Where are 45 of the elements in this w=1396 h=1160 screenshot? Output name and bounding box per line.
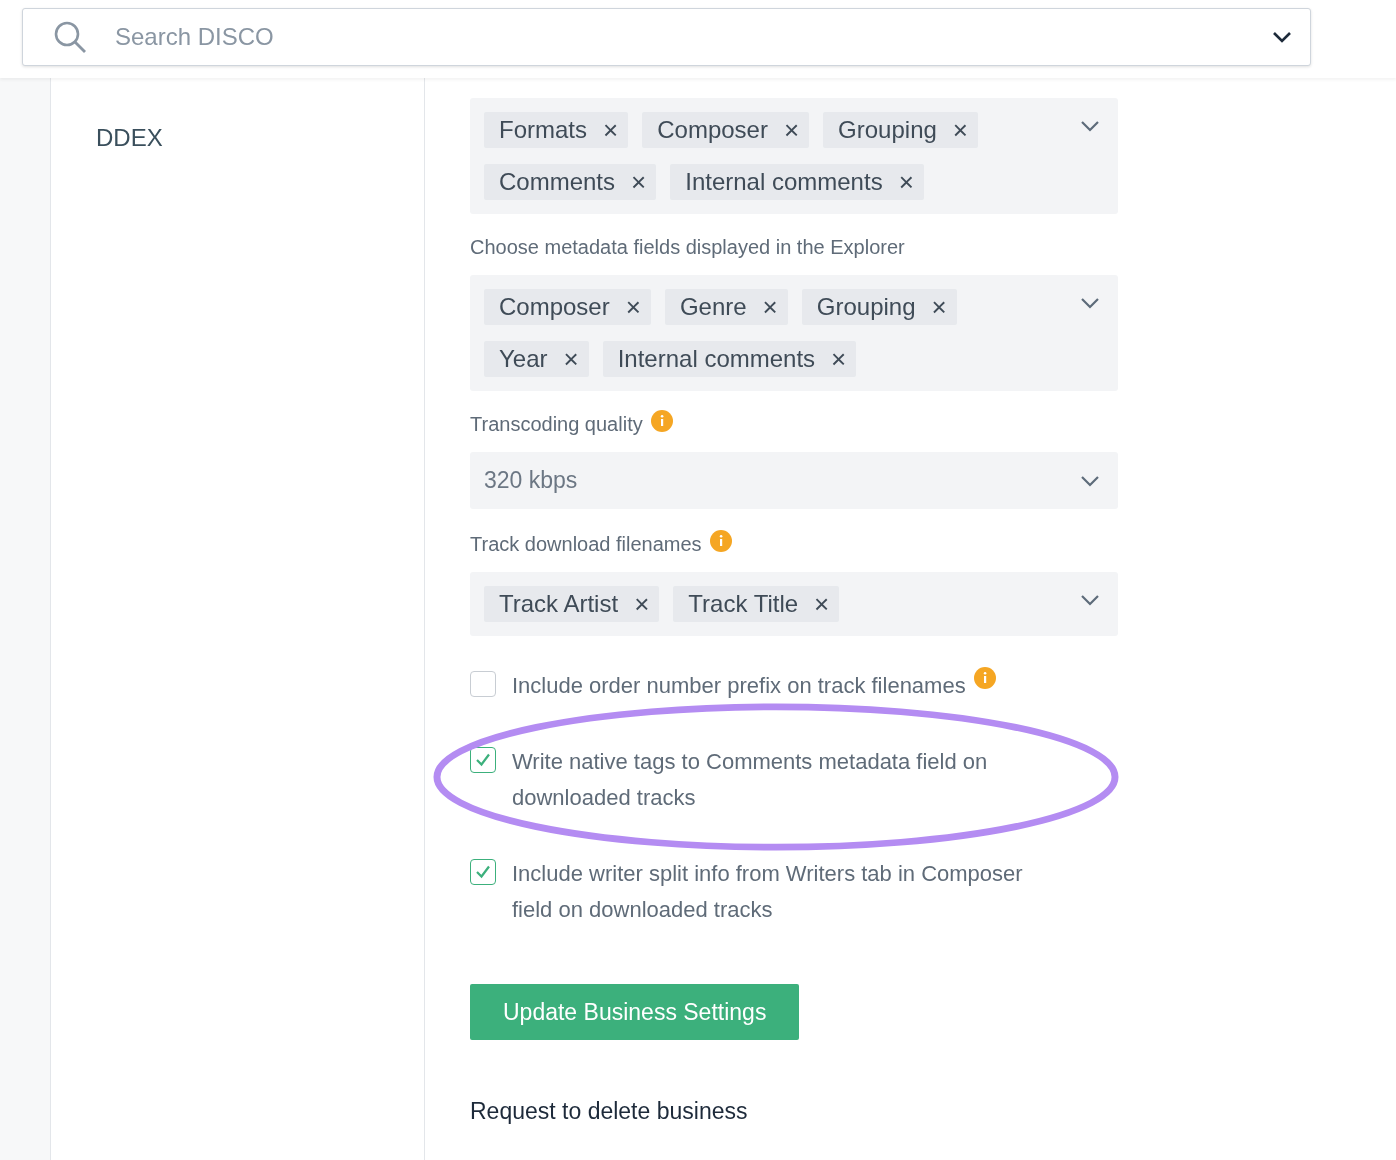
tag-chip: Internal comments × bbox=[670, 164, 924, 200]
search-bar[interactable]: Search DISCO bbox=[22, 8, 1311, 66]
tag-chip: Year × bbox=[484, 341, 589, 377]
tag-chip: Comments × bbox=[484, 164, 657, 200]
select-field[interactable]: 320 kbps bbox=[470, 452, 1118, 509]
tag-chip: Track Artist × bbox=[484, 586, 660, 622]
remove-tag-button[interactable]: × bbox=[831, 343, 847, 375]
remove-tag-button[interactable]: × bbox=[931, 291, 947, 323]
checkbox[interactable] bbox=[470, 671, 496, 697]
remove-tag-button[interactable]: × bbox=[603, 114, 619, 146]
info-icon[interactable] bbox=[709, 529, 732, 552]
field-label: Choose metadata fields displayed in the Explorer bbox=[470, 236, 905, 259]
search-field[interactable]: Search DISCO bbox=[113, 22, 1272, 52]
search-icon bbox=[53, 20, 87, 54]
checkbox[interactable] bbox=[470, 859, 496, 885]
sidebar-item[interactable]: DDEX bbox=[96, 124, 424, 152]
tag-chip: Composer × bbox=[484, 289, 651, 325]
tag-chip: Grouping × bbox=[801, 289, 957, 325]
tag-chip: Genre × bbox=[664, 289, 788, 325]
remove-tag-button[interactable]: × bbox=[631, 166, 647, 198]
checkbox-label[interactable]: Include writer split info from Writers tab in Composer field on downloaded tracks bbox=[512, 856, 1057, 928]
tag-chip: Grouping × bbox=[823, 112, 979, 148]
tag-chip: Composer × bbox=[642, 112, 810, 148]
tag-chip: Internal comments × bbox=[602, 341, 857, 377]
delete-business-link[interactable]: Request to delete business bbox=[470, 1098, 748, 1125]
checkbox[interactable] bbox=[470, 747, 496, 773]
remove-tag-button[interactable]: × bbox=[783, 114, 800, 146]
remove-tag-button[interactable]: × bbox=[762, 291, 778, 323]
multi-select-field[interactable]: Composer × Genre × Grouping × Year × Internal comments × bbox=[470, 275, 1118, 391]
info-icon[interactable] bbox=[973, 667, 996, 689]
tag-chip: Track Title × bbox=[673, 586, 840, 622]
remove-tag-button[interactable]: × bbox=[814, 588, 830, 620]
remove-tag-button[interactable]: × bbox=[634, 588, 650, 620]
field-label: Transcoding quality bbox=[470, 413, 643, 436]
chevron-down-icon[interactable] bbox=[1272, 31, 1292, 43]
info-icon[interactable] bbox=[650, 409, 673, 432]
multi-select-field[interactable]: Track Artist × Track Title × bbox=[470, 572, 1118, 636]
multi-select-field[interactable]: Formats × Composer × Grouping × Comments × Internal comments × bbox=[470, 98, 1118, 214]
tag-chip: Formats × bbox=[484, 112, 629, 148]
remove-tag-button[interactable]: × bbox=[898, 166, 914, 198]
remove-tag-button[interactable]: × bbox=[563, 343, 579, 375]
remove-tag-button[interactable]: × bbox=[625, 291, 641, 323]
field-label: Track download filenames bbox=[470, 533, 702, 556]
checkbox-label[interactable]: Include order number prefix on track filenames bbox=[512, 668, 966, 704]
remove-tag-button[interactable]: × bbox=[952, 114, 969, 146]
